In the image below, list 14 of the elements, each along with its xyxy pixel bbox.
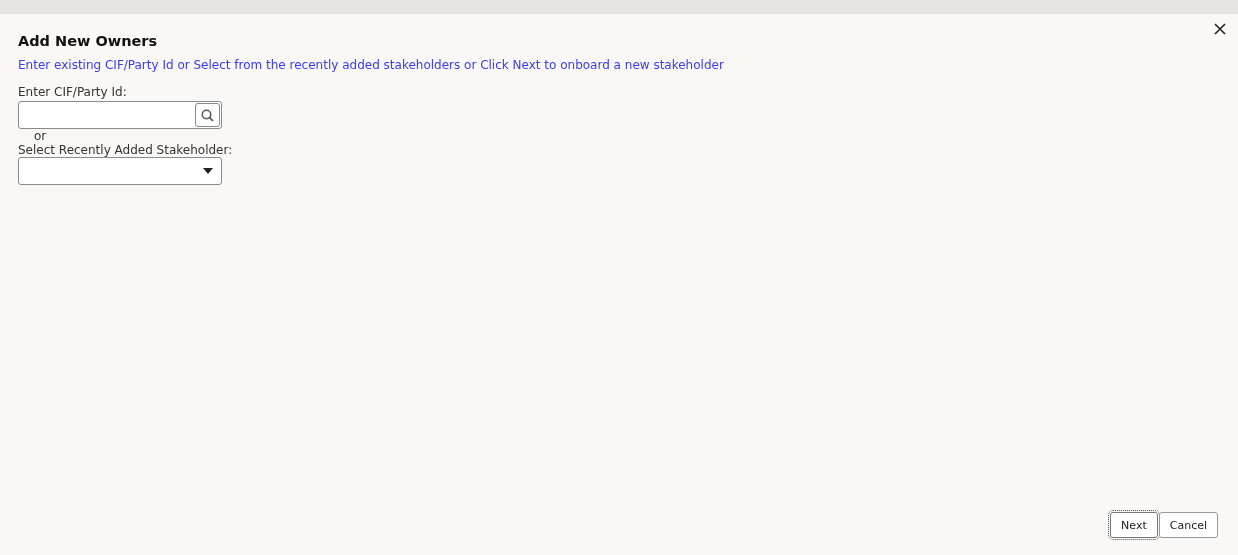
close-button[interactable] (1212, 21, 1228, 37)
separator-text: or (34, 129, 47, 143)
next-button[interactable]: Next (1110, 512, 1158, 538)
caret-icon (203, 168, 213, 174)
stakeholder-dropdown[interactable] (18, 157, 222, 185)
search-icon (201, 108, 214, 122)
dialog-title: Add New Owners (18, 33, 158, 49)
cif-input-field[interactable] (18, 101, 222, 129)
search-button[interactable] (195, 103, 220, 127)
field-label: Enter CIF/Party Id: (18, 85, 127, 99)
close-icon (1214, 23, 1226, 35)
cancel-button[interactable]: Cancel (1158, 512, 1218, 538)
instruction-text: Enter existing CIF/Party Id or Select from the recently added stakeholders or Click Next to onboard a new stakeholder (18, 58, 725, 72)
field-label: Select Recently Added Stakeholder: (18, 143, 233, 157)
